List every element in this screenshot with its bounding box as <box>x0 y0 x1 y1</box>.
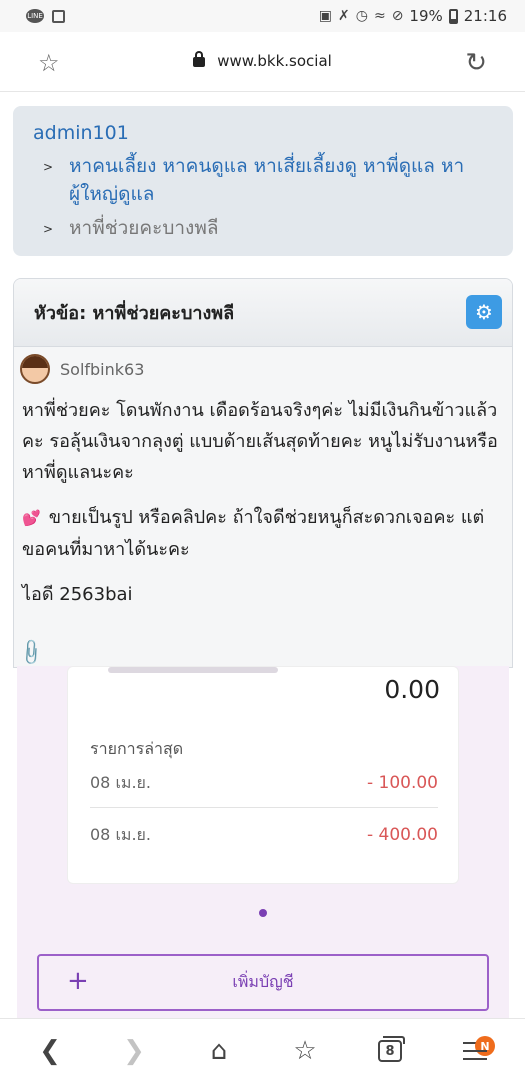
transaction-row: 08 เม.ย. - 400.00 <box>90 815 438 855</box>
tabs-count: 8 <box>385 1043 395 1059</box>
battery-percent: 19% <box>409 7 443 25</box>
tabs-icon: 8 <box>378 1036 405 1062</box>
pager-dot <box>259 909 267 917</box>
chevron-right-icon: > <box>43 160 54 174</box>
transaction-amount: - 400.00 <box>366 825 438 845</box>
alarm-icon: ◷ <box>355 8 368 24</box>
avatar[interactable] <box>20 354 50 384</box>
browser-nav-bar: ❮ ❯ ⌂ ☆ 8 N <box>0 1018 525 1080</box>
divider <box>90 807 438 808</box>
url-text: www.bkk.social <box>217 52 332 70</box>
url-field[interactable]: www.bkk.social <box>0 51 525 70</box>
address-bar: ☆ www.bkk.social ↻ <box>0 32 525 92</box>
chevron-right-icon: > <box>43 222 54 236</box>
block-icon: ⊘ <box>391 8 404 24</box>
blurred-text <box>108 667 278 673</box>
tabs-button[interactable]: 8 <box>370 1033 410 1069</box>
clock: 21:16 <box>463 7 507 25</box>
author-row: Solfbink63 <box>14 347 512 391</box>
menu-icon: N <box>463 1036 495 1060</box>
breadcrumb-current: หาพี่ช่วยคะบางพลี <box>69 217 219 239</box>
back-icon[interactable]: ❮ <box>30 1033 70 1069</box>
wifi-icon: ≈ <box>373 8 386 24</box>
attached-image[interactable]: 0.00 รายการล่าสุด 08 เม.ย. - 100.00 08 เ… <box>17 666 509 1018</box>
forward-icon[interactable]: ❯ <box>114 1033 154 1069</box>
notification-icon <box>52 9 65 23</box>
paperclip-icon[interactable]: 📎 <box>16 637 47 667</box>
transaction-amount: - 100.00 <box>366 773 438 793</box>
balance-amount: 0.00 <box>384 675 440 704</box>
add-account-button: + เพิ่มบัญชี <box>37 954 489 1011</box>
breadcrumb-item: > หาพี่ช่วยคะบางพลี <box>33 214 493 243</box>
breadcrumb: admin101 > หาคนเลี้ยง หาคนดูแล หาเสี่ยเล… <box>13 106 513 256</box>
post-card: หัวข้อ: หาพี่ช่วยคะบางพลี ⚙ Solfbink63 ห… <box>13 278 513 668</box>
bookmarks-icon[interactable]: ☆ <box>285 1033 325 1069</box>
breadcrumb-root-link[interactable]: admin101 <box>33 120 493 146</box>
breadcrumb-item: > หาคนเลี้ยง หาคนดูแล หาเสี่ยเลี้ยงดู หา… <box>33 152 493 208</box>
transaction-date: 08 เม.ย. <box>90 772 152 792</box>
transaction-row: 08 เม.ย. - 100.00 <box>90 763 438 803</box>
breadcrumb-category-link[interactable]: หาคนเลี้ยง หาคนดูแล หาเสี่ยเลี้ยงดู หาพี… <box>69 152 493 208</box>
wallet-card: 0.00 รายการล่าสุด 08 เม.ย. - 100.00 08 เ… <box>67 666 459 884</box>
transaction-date: 08 เม.ย. <box>90 824 152 844</box>
author-name[interactable]: Solfbink63 <box>60 360 144 379</box>
plus-icon: + <box>67 966 89 996</box>
post-paragraph-text: ขายเป็นรูป หรือคลิปคะ ถ้าใจดีช่วยหนูก็สะ… <box>22 507 485 560</box>
post-header: หัวข้อ: หาพี่ช่วยคะบางพลี <box>14 279 512 347</box>
status-bar: LINE ▣ ✗ ◷ ≈ ⊘ 19% 21:16 <box>0 0 525 32</box>
notification-badge: N <box>475 1036 495 1056</box>
lock-screen-icon: ▣ <box>318 8 332 24</box>
battery-icon <box>448 8 458 24</box>
menu-button[interactable]: N <box>455 1033 495 1069</box>
line-app-icon: LINE <box>26 9 44 23</box>
post-body: หาพี่ช่วยคะ โดนพักงาน เดือดร้อนจริงๆค่ะ … <box>14 391 512 628</box>
settings-button[interactable]: ⚙ <box>466 295 502 329</box>
reload-icon[interactable]: ↻ <box>465 48 487 78</box>
recent-transactions-label: รายการล่าสุด <box>90 739 184 758</box>
add-account-label: เพิ่มบัญชี <box>232 972 294 991</box>
gear-icon: ⚙ <box>475 300 493 324</box>
lock-icon <box>193 51 206 67</box>
post-title: หัวข้อ: หาพี่ช่วยคะบางพลี <box>34 303 235 324</box>
hearts-emoji: 💕 <box>22 509 41 527</box>
post-paragraph: หาพี่ช่วยคะ โดนพักงาน เดือดร้อนจริงๆค่ะ … <box>22 400 498 483</box>
post-paragraph: 💕 ขายเป็นรูป หรือคลิปคะ ถ้าใจดีช่วยหนูก็ส… <box>22 502 504 565</box>
post-paragraph: ไอดี 2563bai <box>22 584 133 605</box>
home-icon[interactable]: ⌂ <box>199 1033 239 1069</box>
mute-icon: ✗ <box>338 8 350 24</box>
